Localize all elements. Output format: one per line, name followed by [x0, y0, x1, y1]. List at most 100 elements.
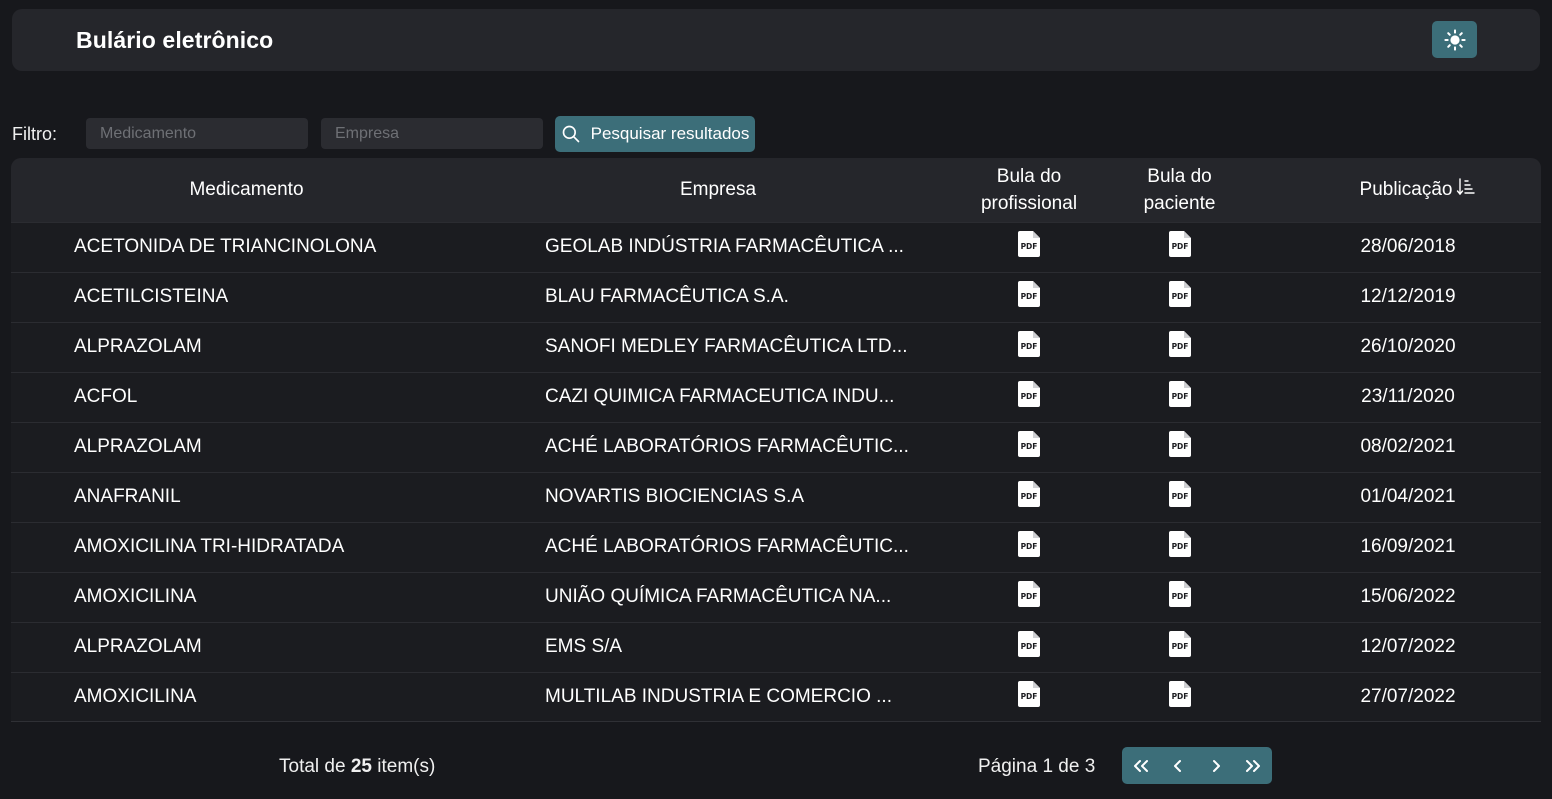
- svg-text:PDF: PDF: [1021, 342, 1038, 351]
- table-row: AMOXICILINA TRI-HIDRATADA ACHÉ LABORATÓRI…: [11, 522, 1541, 572]
- pdf-file-icon[interactable]: PDF: [1168, 630, 1191, 657]
- medicamento-cell: ACETONIDA DE TRIANCINOLONA: [74, 236, 377, 257]
- publicacao-cell: 08/02/2021: [1360, 436, 1456, 457]
- pdf-file-icon[interactable]: PDF: [1168, 480, 1191, 507]
- pdf-file-icon[interactable]: PDF: [1018, 530, 1040, 557]
- bula-profissional-cell: PDF: [954, 572, 1104, 622]
- svg-text:PDF: PDF: [1171, 542, 1188, 551]
- medicamento-cell: AMOXICILINA TRI-HIDRATADA: [74, 536, 345, 557]
- empresa-cell: NOVARTIS BIOCIENCIAS S.A: [545, 486, 805, 507]
- publicacao-cell: 15/06/2022: [1360, 586, 1456, 607]
- bula-paciente-cell: PDF: [1104, 472, 1255, 522]
- empresa-cell: UNIÃO QUÍMICA FARMACÊUTICA NA...: [545, 586, 892, 607]
- bula-paciente-cell: PDF: [1104, 222, 1255, 272]
- pdf-file-icon[interactable]: PDF: [1168, 430, 1191, 457]
- last-page-button[interactable]: [1235, 747, 1273, 784]
- empresa-cell: CAZI QUIMICA FARMACEUTICA INDU...: [545, 386, 895, 407]
- pdf-file-icon[interactable]: PDF: [1018, 430, 1040, 457]
- publicacao-cell: 27/07/2022: [1360, 686, 1456, 708]
- pdf-file-icon[interactable]: PDF: [1018, 280, 1040, 307]
- last-page-icon: [1246, 759, 1261, 772]
- bula-profissional-cell: PDF: [954, 422, 1104, 472]
- medicamento-cell: ALPRAZOLAM: [74, 336, 202, 357]
- pdf-file-icon[interactable]: PDF: [1018, 380, 1040, 407]
- svg-text:PDF: PDF: [1021, 392, 1038, 401]
- svg-text:PDF: PDF: [1021, 242, 1038, 251]
- search-results-button[interactable]: Pesquisar resultados: [555, 116, 755, 152]
- svg-text:PDF: PDF: [1171, 392, 1188, 401]
- pdf-file-icon[interactable]: PDF: [1168, 580, 1191, 607]
- pdf-file-icon[interactable]: PDF: [1168, 380, 1191, 407]
- medicamento-filter-input[interactable]: [86, 118, 308, 149]
- pdf-file-icon[interactable]: PDF: [1168, 530, 1191, 557]
- bula-profissional-cell: PDF: [954, 272, 1104, 322]
- next-page-icon: [1212, 759, 1220, 772]
- svg-text:PDF: PDF: [1171, 292, 1188, 301]
- svg-text:PDF: PDF: [1021, 442, 1038, 451]
- medicamento-cell: AMOXICILINA: [74, 586, 197, 607]
- pdf-file-icon[interactable]: PDF: [1018, 480, 1040, 507]
- empresa-cell: MULTILAB INDUSTRIA E COMERCIO ...: [545, 686, 892, 708]
- pdf-file-icon[interactable]: PDF: [1018, 630, 1040, 657]
- theme-toggle-button[interactable]: [1432, 21, 1477, 58]
- bula-profissional-cell: PDF: [954, 222, 1104, 272]
- bula-paciente-cell: PDF: [1104, 522, 1255, 572]
- medicamento-cell: ACETILCISTEINA: [74, 286, 229, 307]
- empresa-cell: EMS S/A: [545, 636, 623, 657]
- medicamento-cell: ANAFRANIL: [74, 486, 181, 507]
- pdf-file-icon[interactable]: PDF: [1168, 280, 1191, 307]
- search-button-label: Pesquisar resultados: [590, 124, 750, 143]
- empresa-cell: ACHÉ LABORATÓRIOS FARMACÊUTIC...: [545, 436, 909, 457]
- previous-page-button[interactable]: [1160, 747, 1198, 784]
- svg-text:PDF: PDF: [1171, 442, 1188, 451]
- svg-text:PDF: PDF: [1171, 692, 1188, 701]
- bula-paciente-cell: PDF: [1104, 272, 1255, 322]
- column-header-medicamento[interactable]: Medicamento: [11, 158, 482, 222]
- bula-paciente-cell: PDF: [1104, 422, 1255, 472]
- first-page-button[interactable]: [1122, 747, 1160, 784]
- bula-paciente-cell: PDF: [1104, 622, 1255, 672]
- pagination-controls: [1122, 747, 1272, 784]
- svg-text:PDF: PDF: [1021, 542, 1038, 551]
- table-row: ACETONIDA DE TRIANCINOLONA GEOLAB INDÚSTR…: [11, 222, 1541, 272]
- pdf-file-icon[interactable]: PDF: [1018, 330, 1040, 357]
- top-bar: Bulário eletrônico: [12, 9, 1540, 71]
- pdf-file-icon[interactable]: PDF: [1018, 681, 1040, 708]
- results-table: Medicamento Empresa Bula do profissional…: [11, 158, 1541, 722]
- bula-paciente-cell: PDF: [1104, 572, 1255, 622]
- empresa-cell: SANOFI MEDLEY FARMACÊUTICA LTD...: [545, 336, 908, 357]
- table-row: AMOXICILINA UNIÃO QUÍMICA FARMACÊUTICA NA…: [11, 572, 1541, 622]
- svg-text:PDF: PDF: [1171, 242, 1188, 251]
- total-items-label: Total de 25 item(s): [279, 756, 436, 777]
- empresa-cell: BLAU FARMACÊUTICA S.A.: [545, 286, 789, 307]
- table-header-row: Medicamento Empresa Bula do profissional…: [11, 158, 1541, 222]
- column-header-bula-profissional[interactable]: Bula do profissional: [954, 158, 1104, 222]
- bula-paciente-cell: PDF: [1104, 322, 1255, 372]
- publicacao-cell: 23/11/2020: [1361, 386, 1455, 407]
- sort-ascending-icon[interactable]: [1456, 177, 1476, 197]
- svg-text:PDF: PDF: [1171, 642, 1188, 651]
- column-header-bula-paciente[interactable]: Bula do paciente: [1104, 158, 1255, 222]
- empresa-cell: GEOLAB INDÚSTRIA FARMACÊUTICA ...: [545, 236, 904, 257]
- publicacao-cell: 12/07/2022: [1360, 636, 1456, 657]
- empresa-cell: ACHÉ LABORATÓRIOS FARMACÊUTIC...: [545, 536, 909, 557]
- next-page-button[interactable]: [1197, 747, 1235, 784]
- publicacao-cell: 01/04/2021: [1360, 486, 1456, 507]
- sun-icon: [1443, 28, 1466, 51]
- pdf-file-icon[interactable]: PDF: [1018, 580, 1040, 607]
- pdf-file-icon[interactable]: PDF: [1168, 330, 1191, 357]
- table-row: ALPRAZOLAM ACHÉ LABORATÓRIOS FARMACÊUTIC.…: [11, 422, 1541, 472]
- svg-text:PDF: PDF: [1021, 592, 1038, 601]
- bula-paciente-cell: PDF: [1104, 672, 1255, 721]
- medicamento-cell: ALPRAZOLAM: [74, 436, 202, 457]
- empresa-filter-input[interactable]: [321, 118, 543, 149]
- column-header-empresa[interactable]: Empresa: [482, 158, 954, 222]
- pdf-file-icon[interactable]: PDF: [1168, 681, 1191, 708]
- pdf-file-icon[interactable]: PDF: [1168, 230, 1191, 257]
- column-header-publicacao[interactable]: Publicação: [1255, 158, 1541, 222]
- medicamento-cell: AMOXICILINA: [74, 686, 197, 708]
- previous-page-icon: [1174, 759, 1182, 772]
- pdf-file-icon[interactable]: PDF: [1018, 230, 1040, 257]
- bula-profissional-cell: PDF: [954, 672, 1104, 721]
- svg-text:PDF: PDF: [1021, 692, 1038, 701]
